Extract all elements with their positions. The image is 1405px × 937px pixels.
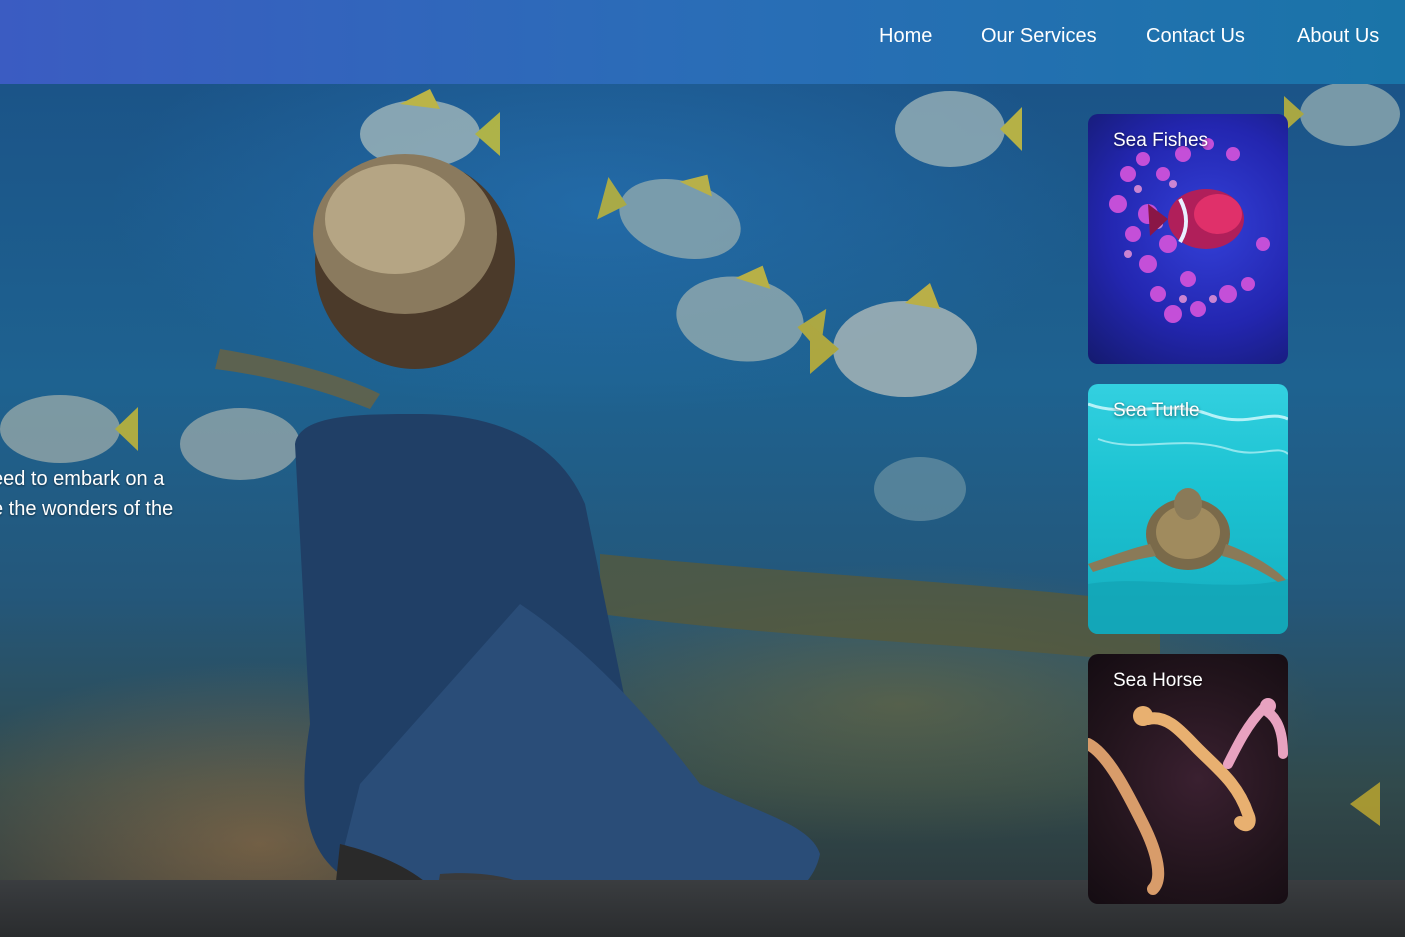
card-title: Sea Fishes (1113, 130, 1209, 151)
fish-shape (874, 457, 966, 521)
fish-shape (676, 265, 827, 362)
hero-text-line: eed to embark on a (0, 468, 165, 490)
fish-shape (810, 283, 977, 397)
fish-shape (360, 89, 500, 168)
hero-text-line: e the wonders of the (0, 498, 174, 520)
card-title: Sea Turtle (1113, 400, 1200, 421)
nav-contact-us-link[interactable]: Contact Us (1146, 24, 1245, 48)
fish-shape (1284, 84, 1400, 146)
top-navbar: Home Our Services Contact Us About Us (0, 0, 1405, 84)
fish-shape (1350, 782, 1380, 826)
turtle-shape (1088, 488, 1286, 582)
fish-shape (0, 395, 138, 463)
nav-our-services-link[interactable]: Our Services (981, 24, 1097, 48)
card-sea-fishes[interactable]: Sea Fishes (1088, 114, 1288, 364)
fish-shape (895, 91, 1022, 167)
card-title: Sea Horse (1113, 670, 1203, 691)
card-sea-horse[interactable]: Sea Horse (1088, 654, 1288, 904)
fish-shape (597, 174, 741, 260)
card-sea-turtle[interactable]: Sea Turtle (1088, 384, 1288, 634)
child-figure (295, 154, 820, 937)
hero-description: eed to embark on a e the wonders of the (0, 464, 173, 524)
nav-about-us-link[interactable]: About Us (1297, 24, 1379, 48)
nav-home-link[interactable]: Home (879, 24, 932, 48)
